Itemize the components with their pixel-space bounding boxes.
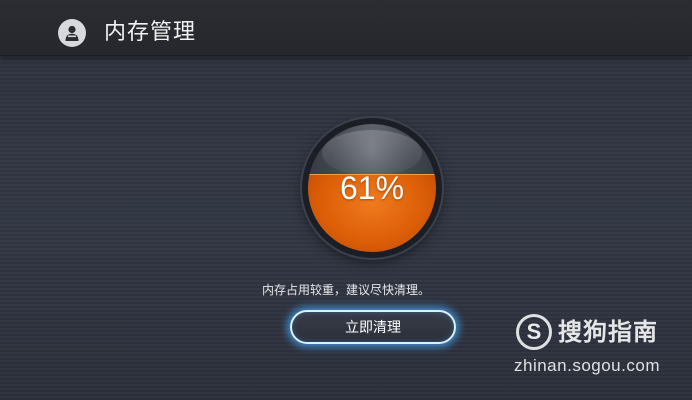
memory-usage-gauge: 61%	[302, 118, 442, 258]
watermark-url: zhinan.sogou.com	[514, 356, 660, 375]
sogou-logo: S	[516, 314, 552, 350]
broom-user-icon-glyph	[65, 25, 79, 41]
memory-percent-label: 61%	[339, 170, 405, 206]
page-title: 内存管理	[104, 20, 197, 45]
sogou-watermark: S 搜狗指南 zhinan.sogou.com	[512, 312, 682, 382]
memory-status-message: 内存占用较重，建议尽快清理。	[261, 283, 430, 297]
gauge-bowl: 61%	[308, 124, 436, 252]
watermark-name: 搜狗指南	[558, 318, 658, 346]
broom-user-icon[interactable]	[58, 19, 86, 47]
clean-now-button[interactable]: 立即清理	[290, 310, 456, 344]
app-header: 内存管理	[0, 0, 692, 56]
